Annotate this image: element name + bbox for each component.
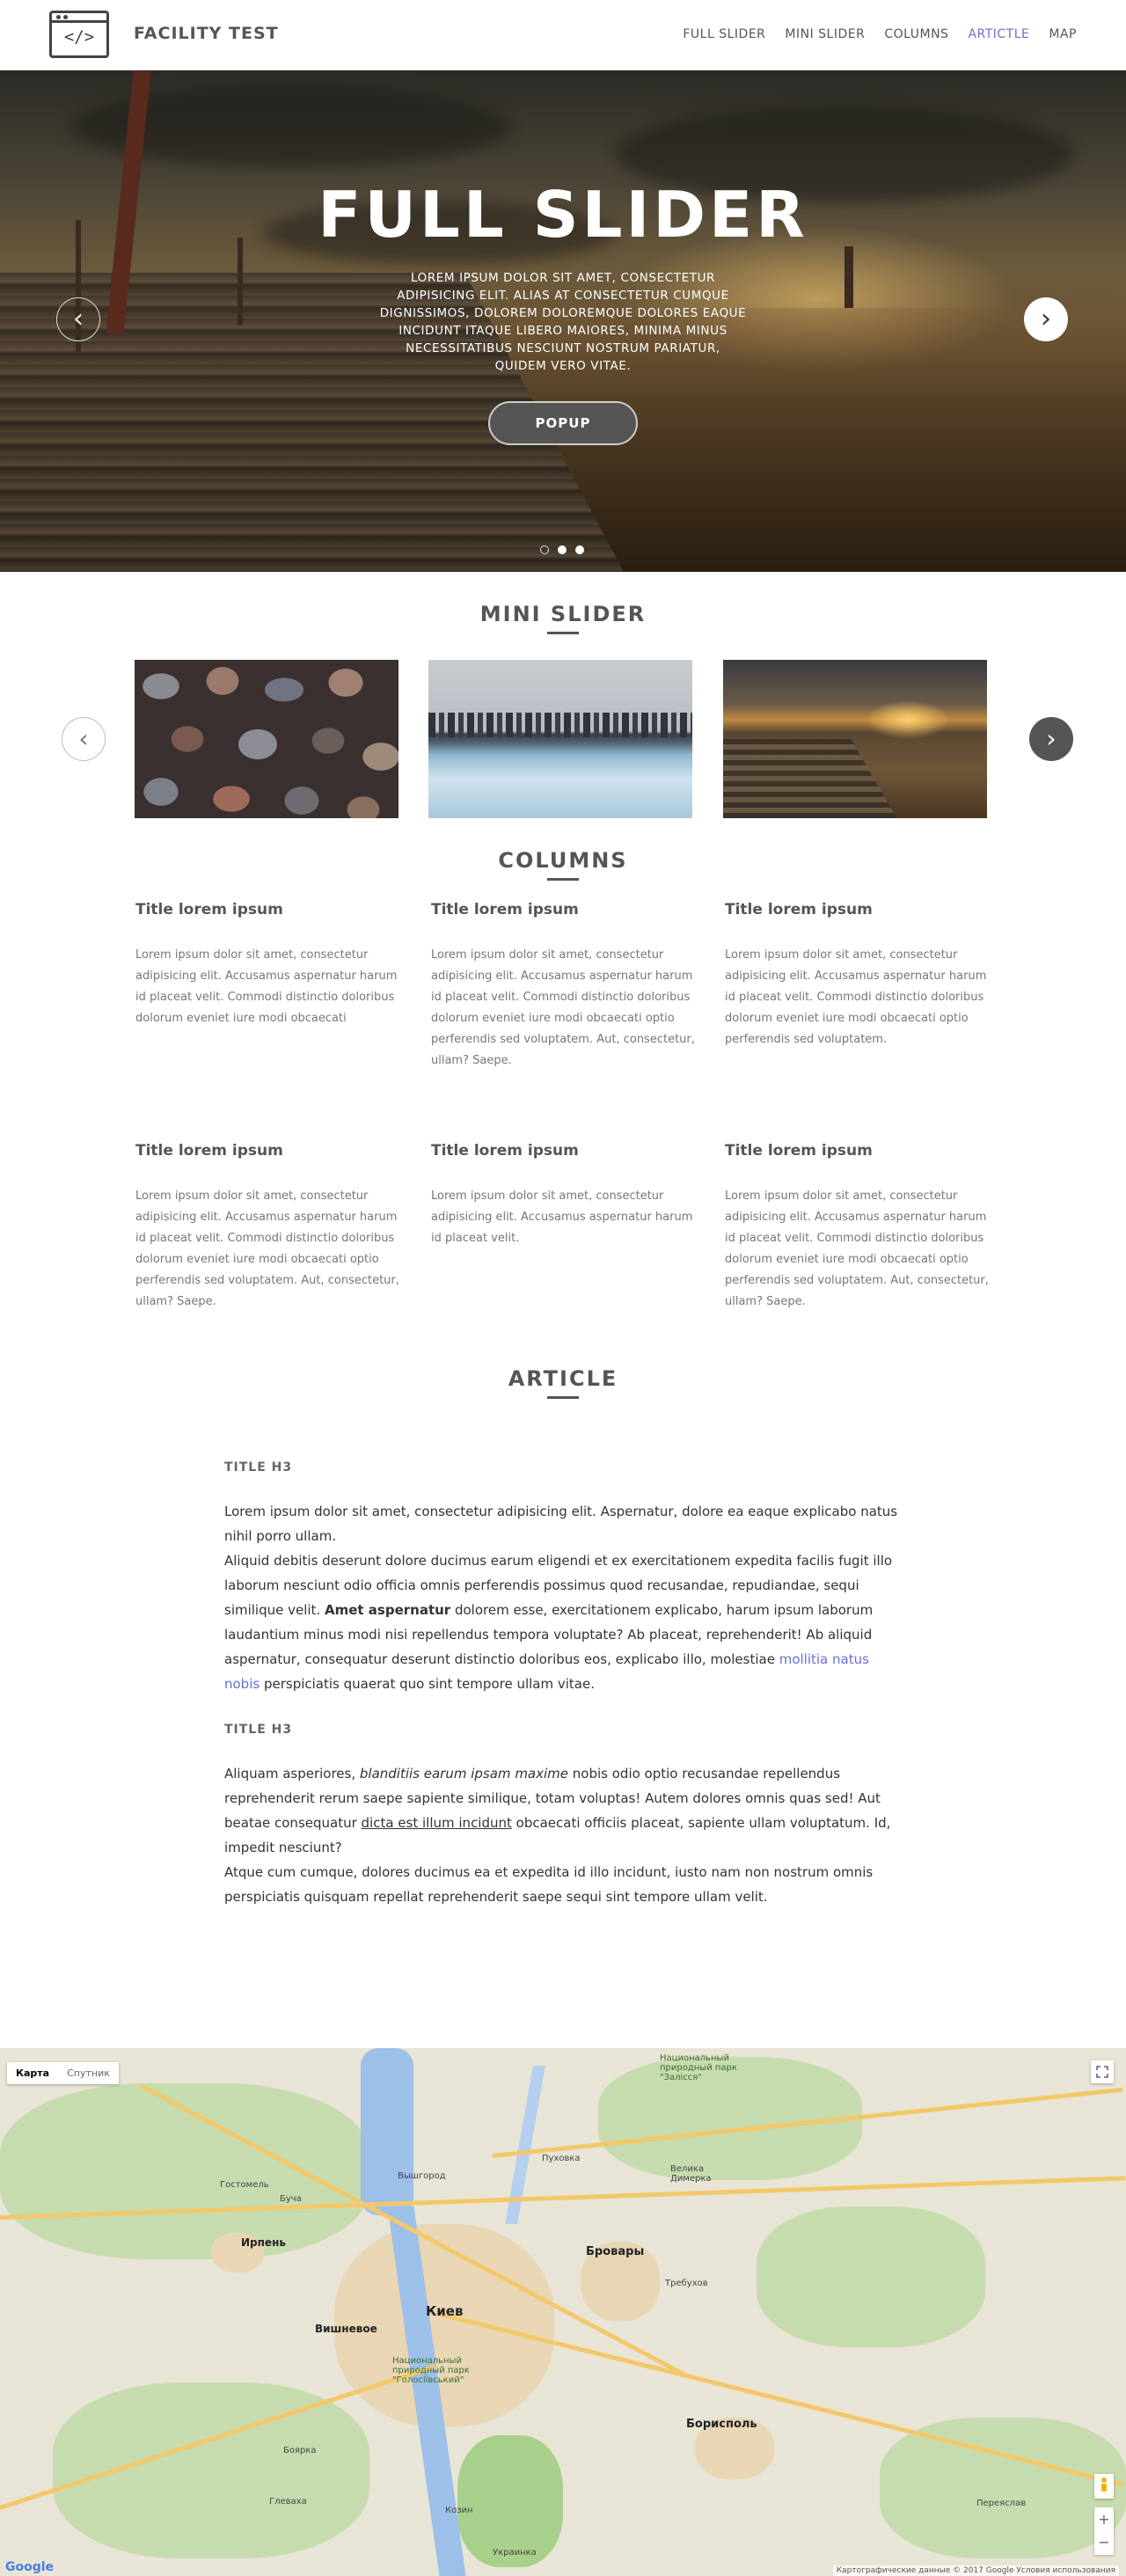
column-item: Title lorem ipsum Lorem ipsum dolor sit … — [431, 901, 695, 1072]
logo-code-glyph: </> — [63, 27, 95, 47]
column-item: Title lorem ipsum Lorem ipsum dolor sit … — [725, 1142, 989, 1313]
google-logo: Google — [5, 2560, 55, 2574]
column-title: Title lorem ipsum — [135, 1142, 283, 1160]
column-text: Lorem ipsum dolor sit amet, consectetur … — [135, 1189, 399, 1308]
zoom-in-button[interactable]: + — [1098, 2508, 1109, 2531]
chevron-right-icon: › — [1041, 304, 1051, 334]
beach-sunset-image[interactable] — [723, 660, 987, 818]
hero-next-button[interactable]: › — [1024, 297, 1068, 341]
map-type-switch: Карта Спутник — [7, 2062, 119, 2084]
column-item: Title lorem ipsum Lorem ipsum dolor sit … — [135, 1142, 399, 1313]
slider-dots — [540, 545, 584, 554]
stones-image[interactable] — [135, 660, 398, 818]
article-h3: TITLE H3 — [224, 1460, 293, 1475]
city-lake-image[interactable] — [428, 660, 692, 818]
article-body: TITLE H3 Lorem ipsum dolor sit amet, con… — [224, 1460, 902, 1909]
google-map[interactable]: Киев Бровары Борисполь Ирпень Вишневое Н… — [0, 2048, 1126, 2576]
bold-text: Amet aspernatur — [324, 1602, 451, 1618]
column-title: Title lorem ipsum — [725, 1142, 873, 1160]
mini-prev-button[interactable]: ‹ — [62, 717, 106, 761]
map-label-park-holosiivskyi: Национальный природный парк "Голосіївськ… — [392, 2356, 470, 2385]
nav-columns[interactable]: COLUMNS — [884, 27, 948, 41]
map-label-brovary: Бровары — [586, 2245, 645, 2258]
nav-full-slider[interactable]: FULL SLIDER — [683, 27, 765, 41]
nav-map[interactable]: MAP — [1049, 27, 1077, 41]
article-paragraph: Lorem ipsum dolor sit amet, consectetur … — [224, 1504, 898, 1544]
map-label-irpin: Ирпень — [241, 2236, 286, 2249]
mini-slider-title: MINI SLIDER — [0, 602, 1126, 634]
column-item: Title lorem ipsum Lorem ipsum dolor sit … — [725, 901, 989, 1050]
hero-prev-button[interactable]: ‹ — [56, 297, 100, 341]
chevron-right-icon: › — [1046, 724, 1057, 753]
map-label-boryspil: Борисполь — [686, 2418, 757, 2431]
nav-article[interactable]: ARTICTLE — [968, 27, 1029, 41]
chevron-left-icon: ‹ — [78, 724, 89, 753]
hero-text: LOREM IPSUM DOLOR SIT AMET, CONSECTETUR … — [379, 271, 747, 373]
column-text: Lorem ipsum dolor sit amet, consectetur … — [725, 948, 987, 1046]
map-label-trebukhiv: Требухов — [665, 2279, 708, 2288]
underlined-text: dicta est illum incidunt — [361, 1815, 512, 1831]
columns-title: COLUMNS — [0, 848, 1126, 881]
chevron-left-icon: ‹ — [73, 304, 84, 334]
column-text: Lorem ipsum dolor sit amet, consectetur … — [431, 948, 695, 1067]
site-header: </> FACILITY TEST FULL SLIDER MINI SLIDE… — [0, 0, 1126, 70]
map-label-boiarka: Боярка — [283, 2446, 317, 2455]
column-title: Title lorem ipsum — [135, 901, 283, 918]
map-label-hlevakha: Глеваха — [269, 2497, 307, 2506]
popup-button[interactable]: POPUP — [488, 401, 638, 445]
slider-dot-1[interactable] — [540, 545, 549, 554]
article-title: ARTICLE — [0, 1366, 1126, 1399]
map-label-velyka-dymerka: Велика Димерка — [670, 2164, 712, 2184]
map-label-park-zalissya: Национальный природный парк "Залісся" — [660, 2053, 737, 2082]
column-text: Lorem ipsum dolor sit amet, consectetur … — [431, 1189, 693, 1245]
article-paragraph: Atque cum cumque, dolores ducimus ea et … — [224, 1864, 874, 1905]
article-paragraph: Aliquam asperiores, blanditiis earum ips… — [224, 1766, 891, 1855]
italic-text: blanditiis earum ipsam maxime — [359, 1766, 569, 1782]
hero-title: FULL SLIDER — [318, 178, 808, 252]
map-label-pukhivka: Пуховка — [542, 2154, 581, 2163]
article-h3: TITLE H3 — [224, 1723, 293, 1737]
map-label-vyshgorod: Вышгород — [398, 2171, 446, 2181]
column-text: Lorem ipsum dolor sit amet, consectetur … — [725, 1189, 989, 1308]
map-label-hostomel: Гостомель — [220, 2180, 269, 2190]
map-type-map[interactable]: Карта — [7, 2062, 58, 2084]
column-text: Lorem ipsum dolor sit amet, consectetur … — [135, 948, 398, 1025]
zoom-out-button[interactable]: − — [1098, 2531, 1109, 2554]
full-slider: FULL SLIDER LOREM IPSUM DOLOR SIT AMET, … — [0, 70, 1126, 572]
brand-name[interactable]: FACILITY TEST — [134, 24, 279, 43]
zoom-controls: + − — [1094, 2507, 1114, 2555]
column-item: Title lorem ipsum Lorem ipsum dolor sit … — [135, 901, 399, 1029]
column-title: Title lorem ipsum — [431, 1142, 579, 1160]
map-label-vyshneve: Вишневое — [315, 2323, 377, 2335]
pegman-icon[interactable] — [1094, 2474, 1114, 2499]
slider-dot-2[interactable] — [558, 545, 567, 554]
column-title: Title lorem ipsum — [725, 901, 873, 918]
article-paragraph: Aliquid debitis deserunt dolore ducimus … — [224, 1553, 893, 1692]
mini-next-button[interactable]: › — [1029, 717, 1073, 761]
slider-dot-3[interactable] — [575, 545, 584, 554]
column-title: Title lorem ipsum — [431, 901, 579, 918]
nav-mini-slider[interactable]: MINI SLIDER — [785, 27, 865, 41]
column-item: Title lorem ipsum Lorem ipsum dolor sit … — [431, 1142, 695, 1249]
fullscreen-icon[interactable] — [1091, 2060, 1114, 2083]
main-nav: FULL SLIDER MINI SLIDER COLUMNS ARTICTLE… — [683, 27, 1077, 41]
map-type-satellite[interactable]: Спутник — [58, 2062, 119, 2084]
map-label-kozyn: Козин — [445, 2506, 473, 2515]
map-attribution[interactable]: Картографические данные © 2017 Google Ус… — [832, 2565, 1119, 2576]
logo-icon[interactable]: </> — [49, 11, 109, 58]
map-label-bucha: Буча — [280, 2194, 302, 2204]
map-label-pereyaslav: Переяслав — [976, 2499, 1027, 2508]
map-label-kyiv: Киев — [426, 2303, 464, 2319]
map-label-ukrainka: Украинка — [493, 2548, 537, 2558]
